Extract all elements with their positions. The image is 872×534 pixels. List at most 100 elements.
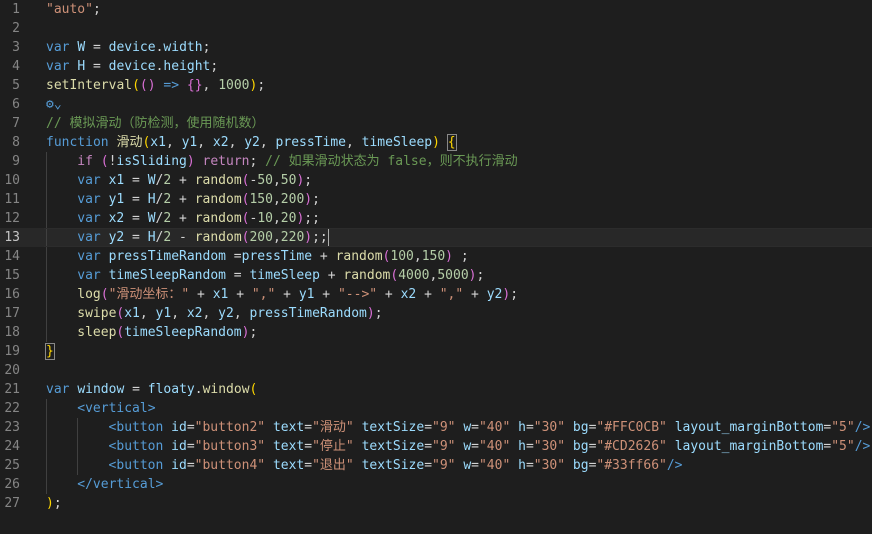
code-line[interactable]: 12 var x2 = W/2 + random(-10,20);; — [0, 209, 872, 228]
code-text[interactable]: var W = device.width; — [46, 38, 210, 57]
code-text[interactable]: <button id="button4" text="退出" textSize=… — [109, 456, 683, 475]
code-text[interactable]: var x2 = W/2 + random(-10,20);; — [77, 209, 320, 228]
code-line[interactable]: 3 var W = device.width; — [0, 38, 872, 57]
code-token: "button4" — [194, 458, 266, 473]
code-token: id — [171, 420, 187, 435]
code-line[interactable]: 17 swipe(x1, y1, x2, y2, pressTimeRandom)… — [0, 304, 872, 323]
indent-guide — [77, 418, 79, 437]
code-line[interactable]: 8 function 滑动(x1, y1, x2, y2, pressTime, … — [0, 133, 872, 152]
code-token: x1 — [150, 135, 166, 150]
code-token: = — [186, 458, 195, 473]
code-text[interactable]: if (!isSliding) return; // 如果滑动状态为 false… — [77, 152, 517, 171]
code-token: , — [272, 173, 281, 188]
code-token: h — [518, 420, 526, 435]
code-text[interactable]: var y1 = H/2 + random(150,200); — [77, 190, 320, 209]
code-editor[interactable]: 1 "auto"; 2 3 var W = device.width; 4 var H = … — [0, 0, 872, 534]
code-text[interactable]: var x1 = W/2 + random(-50,50); — [77, 171, 312, 190]
code-token: /> — [854, 439, 871, 454]
indent-guide — [46, 285, 47, 304]
code-token: , — [228, 135, 245, 150]
code-token: = — [424, 458, 433, 473]
code-line[interactable]: 6 ⚙⌄ — [0, 95, 872, 114]
code-line[interactable]: 14 var pressTimeRandom =pressTime + rando… — [0, 247, 872, 266]
code-text[interactable]: <button id="button2" text="滑动" textSize=… — [109, 418, 871, 437]
code-text[interactable]: } — [45, 342, 55, 361]
code-token: 50 — [257, 173, 273, 188]
code-line[interactable]: 13 var y2 = H/2 - random(200,220);; — [0, 228, 872, 247]
code-text[interactable]: swipe(x1, y1, x2, y2, pressTimeRandom); — [77, 304, 382, 323]
code-line[interactable]: 27); — [0, 494, 872, 513]
code-text[interactable]: <button id="button3" text="停止" textSize=… — [109, 437, 871, 456]
code-text[interactable]: var H = device.height; — [46, 57, 218, 76]
code-text[interactable]: function 滑动(x1, y1, x2, y2, pressTime, t… — [46, 133, 457, 152]
text-cursor — [327, 229, 329, 246]
code-text[interactable]: // 模拟滑动（防检测，使用随机数） — [46, 114, 264, 133]
code-text[interactable]: var timeSleepRandom = timeSleep + random… — [77, 266, 484, 285]
code-line[interactable]: 18 sleep(timeSleepRandom); — [0, 323, 872, 342]
code-token: timeSleepRandom — [124, 325, 242, 340]
code-line[interactable]: 21 var window = floaty.window( — [0, 380, 872, 399]
code-token: <button — [108, 420, 164, 435]
code-token: x2 — [186, 306, 203, 321]
code-token: sleep — [77, 325, 117, 340]
line-number: 2 — [12, 21, 20, 36]
code-line[interactable]: 24 <button id="button3" text="停止" textSiz… — [0, 437, 872, 456]
indent-guide — [46, 190, 47, 209]
codelens-gear-icon[interactable]: ⚙⌄ — [46, 97, 62, 112]
code-line[interactable]: 16 log("滑动坐标：" + x1 + "," + y1 + "-->" + … — [0, 285, 872, 304]
indent-guide — [46, 228, 47, 247]
code-text[interactable]: var y2 = H/2 - random(200,220);; — [77, 228, 329, 247]
code-line[interactable]: 10 var x1 = W/2 + random(-50,50); — [0, 171, 872, 190]
code-token: floaty — [147, 382, 195, 397]
code-text[interactable]: "auto"; — [46, 0, 101, 19]
code-text[interactable]: <vertical> — [77, 399, 155, 418]
code-token: id — [171, 458, 187, 473]
code-line[interactable]: 11 var y1 = H/2 + random(150,200); — [0, 190, 872, 209]
code-token: ; — [53, 496, 62, 511]
code-line[interactable]: 9 if (!isSliding) return; // 如果滑动状态为 fals… — [0, 152, 872, 171]
code-line[interactable]: 22 <vertical> — [0, 399, 872, 418]
code-text[interactable]: log("滑动坐标：" + x1 + "," + y1 + "-->" + x2… — [77, 285, 518, 304]
code-line[interactable]: 5 setInterval(() => {}, 1000); — [0, 76, 872, 95]
code-line[interactable]: 1 "auto"; — [0, 0, 872, 19]
code-token: = — [424, 439, 433, 454]
code-text[interactable]: var pressTimeRandom =pressTime + random(… — [77, 247, 468, 266]
code-text[interactable]: var window = floaty.window( — [46, 380, 257, 399]
code-token: 5000 — [437, 268, 469, 283]
code-token: "#FFC0CB" — [596, 420, 667, 435]
code-token: H — [147, 230, 156, 245]
code-text[interactable]: sleep(timeSleepRandom); — [77, 323, 257, 342]
code-token: x1 — [124, 306, 140, 321]
indent-guide — [46, 399, 47, 418]
code-line[interactable]: 7 // 模拟滑动（防检测，使用随机数） — [0, 114, 872, 133]
code-text[interactable]: ⚙⌄ — [46, 95, 62, 114]
code-token: = — [186, 439, 195, 454]
code-line[interactable]: 23 <button id="button2" text="滑动" textSiz… — [0, 418, 872, 437]
code-token: random — [194, 173, 242, 188]
code-token: , — [171, 306, 187, 321]
code-line[interactable]: 15 var timeSleepRandom = timeSleep + rand… — [0, 266, 872, 285]
code-text[interactable]: </vertical> — [77, 475, 163, 494]
code-line[interactable]: 25 <button id="button4" text="退出" textSiz… — [0, 456, 872, 475]
code-line[interactable]: 26 </vertical> — [0, 475, 872, 494]
code-token: ) — [502, 287, 511, 302]
code-token: pressTime — [275, 135, 346, 150]
code-line[interactable]: 2 — [0, 19, 872, 38]
code-text[interactable]: ); — [46, 494, 62, 513]
code-text[interactable]: setInterval(() => {}, 1000); — [46, 76, 265, 95]
code-line[interactable]: 4 var H = device.height; — [0, 57, 872, 76]
code-token: <button — [108, 458, 164, 473]
code-token: swipe — [77, 306, 117, 321]
code-token: = — [424, 420, 433, 435]
code-token: = — [304, 458, 313, 473]
code-token: = — [124, 382, 148, 397]
code-line[interactable]: 19} — [0, 342, 872, 361]
code-token: , — [139, 306, 156, 321]
code-line[interactable]: 20 — [0, 361, 872, 380]
code-token: , — [165, 135, 182, 150]
